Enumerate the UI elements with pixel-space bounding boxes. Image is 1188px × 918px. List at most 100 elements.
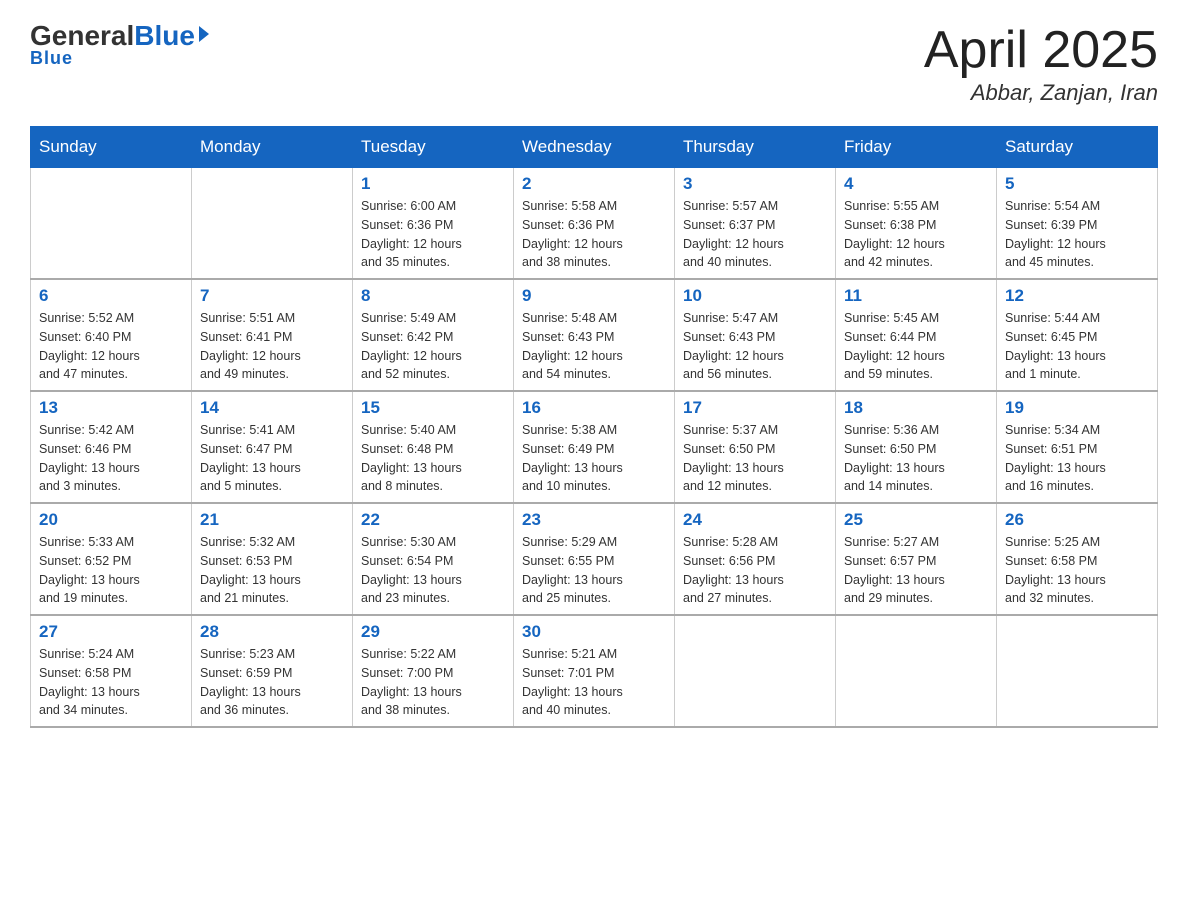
- header-wednesday: Wednesday: [514, 127, 675, 168]
- day-number-30: 30: [522, 622, 666, 642]
- day-number-2: 2: [522, 174, 666, 194]
- day-cell-15: 15 Sunrise: 5:40 AMSunset: 6:48 PMDayligh…: [353, 391, 514, 503]
- day-info-25: Sunrise: 5:27 AMSunset: 6:57 PMDaylight:…: [844, 533, 988, 608]
- day-cell-23: 23 Sunrise: 5:29 AMSunset: 6:55 PMDayligh…: [514, 503, 675, 615]
- day-number-20: 20: [39, 510, 183, 530]
- day-cell-18: 18 Sunrise: 5:36 AMSunset: 6:50 PMDayligh…: [836, 391, 997, 503]
- day-cell-21: 21 Sunrise: 5:32 AMSunset: 6:53 PMDayligh…: [192, 503, 353, 615]
- day-number-4: 4: [844, 174, 988, 194]
- empty-cell: [675, 615, 836, 727]
- day-cell-28: 28 Sunrise: 5:23 AMSunset: 6:59 PMDayligh…: [192, 615, 353, 727]
- header-saturday: Saturday: [997, 127, 1158, 168]
- header-thursday: Thursday: [675, 127, 836, 168]
- day-number-26: 26: [1005, 510, 1149, 530]
- day-cell-26: 26 Sunrise: 5:25 AMSunset: 6:58 PMDayligh…: [997, 503, 1158, 615]
- header-friday: Friday: [836, 127, 997, 168]
- day-info-10: Sunrise: 5:47 AMSunset: 6:43 PMDaylight:…: [683, 309, 827, 384]
- day-info-21: Sunrise: 5:32 AMSunset: 6:53 PMDaylight:…: [200, 533, 344, 608]
- day-info-13: Sunrise: 5:42 AMSunset: 6:46 PMDaylight:…: [39, 421, 183, 496]
- day-info-12: Sunrise: 5:44 AMSunset: 6:45 PMDaylight:…: [1005, 309, 1149, 384]
- day-number-7: 7: [200, 286, 344, 306]
- day-info-24: Sunrise: 5:28 AMSunset: 6:56 PMDaylight:…: [683, 533, 827, 608]
- day-cell-3: 3 Sunrise: 5:57 AMSunset: 6:37 PMDaylight…: [675, 168, 836, 280]
- day-info-14: Sunrise: 5:41 AMSunset: 6:47 PMDaylight:…: [200, 421, 344, 496]
- day-cell-27: 27 Sunrise: 5:24 AMSunset: 6:58 PMDayligh…: [31, 615, 192, 727]
- day-cell-25: 25 Sunrise: 5:27 AMSunset: 6:57 PMDayligh…: [836, 503, 997, 615]
- day-number-12: 12: [1005, 286, 1149, 306]
- day-cell-2: 2 Sunrise: 5:58 AMSunset: 6:36 PMDaylight…: [514, 168, 675, 280]
- day-cell-7: 7Sunrise: 5:51 AMSunset: 6:41 PMDaylight…: [192, 279, 353, 391]
- day-number-28: 28: [200, 622, 344, 642]
- day-info-26: Sunrise: 5:25 AMSunset: 6:58 PMDaylight:…: [1005, 533, 1149, 608]
- day-info-22: Sunrise: 5:30 AMSunset: 6:54 PMDaylight:…: [361, 533, 505, 608]
- empty-cell: [31, 168, 192, 280]
- day-cell-12: 12 Sunrise: 5:44 AMSunset: 6:45 PMDayligh…: [997, 279, 1158, 391]
- empty-cell: [997, 615, 1158, 727]
- week-row-1: 1Sunrise: 6:00 AMSunset: 6:36 PMDaylight…: [31, 168, 1158, 280]
- header-monday: Monday: [192, 127, 353, 168]
- logo-blue-text: Blue: [134, 20, 195, 52]
- day-info-15: Sunrise: 5:40 AMSunset: 6:48 PMDaylight:…: [361, 421, 505, 496]
- day-number-17: 17: [683, 398, 827, 418]
- day-number-18: 18: [844, 398, 988, 418]
- day-number-3: 3: [683, 174, 827, 194]
- day-info-20: Sunrise: 5:33 AMSunset: 6:52 PMDaylight:…: [39, 533, 183, 608]
- day-cell-22: 22 Sunrise: 5:30 AMSunset: 6:54 PMDayligh…: [353, 503, 514, 615]
- day-cell-24: 24Sunrise: 5:28 AMSunset: 6:56 PMDayligh…: [675, 503, 836, 615]
- day-number-10: 10: [683, 286, 827, 306]
- day-cell-4: 4Sunrise: 5:55 AMSunset: 6:38 PMDaylight…: [836, 168, 997, 280]
- day-info-5: Sunrise: 5:54 AMSunset: 6:39 PMDaylight:…: [1005, 197, 1149, 272]
- day-cell-19: 19 Sunrise: 5:34 AMSunset: 6:51 PMDayligh…: [997, 391, 1158, 503]
- calendar-table: SundayMondayTuesdayWednesdayThursdayFrid…: [30, 126, 1158, 728]
- day-info-19: Sunrise: 5:34 AMSunset: 6:51 PMDaylight:…: [1005, 421, 1149, 496]
- month-title: April 2025: [924, 20, 1158, 80]
- day-number-23: 23: [522, 510, 666, 530]
- day-cell-14: 14 Sunrise: 5:41 AMSunset: 6:47 PMDayligh…: [192, 391, 353, 503]
- week-row-3: 13 Sunrise: 5:42 AMSunset: 6:46 PMDayligh…: [31, 391, 1158, 503]
- day-info-6: Sunrise: 5:52 AMSunset: 6:40 PMDaylight:…: [39, 309, 183, 384]
- day-number-27: 27: [39, 622, 183, 642]
- day-number-16: 16: [522, 398, 666, 418]
- day-info-17: Sunrise: 5:37 AMSunset: 6:50 PMDaylight:…: [683, 421, 827, 496]
- logo-underline: Blue: [30, 48, 73, 69]
- day-number-11: 11: [844, 286, 988, 306]
- day-cell-1: 1Sunrise: 6:00 AMSunset: 6:36 PMDaylight…: [353, 168, 514, 280]
- day-cell-13: 13 Sunrise: 5:42 AMSunset: 6:46 PMDayligh…: [31, 391, 192, 503]
- day-number-19: 19: [1005, 398, 1149, 418]
- day-number-22: 22: [361, 510, 505, 530]
- day-cell-11: 11 Sunrise: 5:45 AMSunset: 6:44 PMDayligh…: [836, 279, 997, 391]
- day-number-9: 9: [522, 286, 666, 306]
- week-row-4: 20 Sunrise: 5:33 AMSunset: 6:52 PMDayligh…: [31, 503, 1158, 615]
- day-number-21: 21: [200, 510, 344, 530]
- day-info-27: Sunrise: 5:24 AMSunset: 6:58 PMDaylight:…: [39, 645, 183, 720]
- day-cell-16: 16 Sunrise: 5:38 AMSunset: 6:49 PMDayligh…: [514, 391, 675, 503]
- day-info-23: Sunrise: 5:29 AMSunset: 6:55 PMDaylight:…: [522, 533, 666, 608]
- page-header: General Blue Blue April 2025 Abbar, Zanj…: [30, 20, 1158, 106]
- day-info-29: Sunrise: 5:22 AMSunset: 7:00 PMDaylight:…: [361, 645, 505, 720]
- day-number-5: 5: [1005, 174, 1149, 194]
- day-number-8: 8: [361, 286, 505, 306]
- header-sunday: Sunday: [31, 127, 192, 168]
- title-block: April 2025 Abbar, Zanjan, Iran: [924, 20, 1158, 106]
- day-info-11: Sunrise: 5:45 AMSunset: 6:44 PMDaylight:…: [844, 309, 988, 384]
- week-row-2: 6Sunrise: 5:52 AMSunset: 6:40 PMDaylight…: [31, 279, 1158, 391]
- empty-cell: [192, 168, 353, 280]
- day-info-3: Sunrise: 5:57 AMSunset: 6:37 PMDaylight:…: [683, 197, 827, 272]
- day-number-25: 25: [844, 510, 988, 530]
- day-cell-10: 10 Sunrise: 5:47 AMSunset: 6:43 PMDayligh…: [675, 279, 836, 391]
- day-cell-6: 6Sunrise: 5:52 AMSunset: 6:40 PMDaylight…: [31, 279, 192, 391]
- header-tuesday: Tuesday: [353, 127, 514, 168]
- day-info-18: Sunrise: 5:36 AMSunset: 6:50 PMDaylight:…: [844, 421, 988, 496]
- day-number-15: 15: [361, 398, 505, 418]
- day-cell-20: 20 Sunrise: 5:33 AMSunset: 6:52 PMDayligh…: [31, 503, 192, 615]
- day-cell-8: 8 Sunrise: 5:49 AMSunset: 6:42 PMDaylight…: [353, 279, 514, 391]
- day-info-16: Sunrise: 5:38 AMSunset: 6:49 PMDaylight:…: [522, 421, 666, 496]
- day-number-14: 14: [200, 398, 344, 418]
- day-info-28: Sunrise: 5:23 AMSunset: 6:59 PMDaylight:…: [200, 645, 344, 720]
- empty-cell: [836, 615, 997, 727]
- day-number-13: 13: [39, 398, 183, 418]
- day-info-8: Sunrise: 5:49 AMSunset: 6:42 PMDaylight:…: [361, 309, 505, 384]
- day-info-2: Sunrise: 5:58 AMSunset: 6:36 PMDaylight:…: [522, 197, 666, 272]
- day-number-29: 29: [361, 622, 505, 642]
- day-info-30: Sunrise: 5:21 AMSunset: 7:01 PMDaylight:…: [522, 645, 666, 720]
